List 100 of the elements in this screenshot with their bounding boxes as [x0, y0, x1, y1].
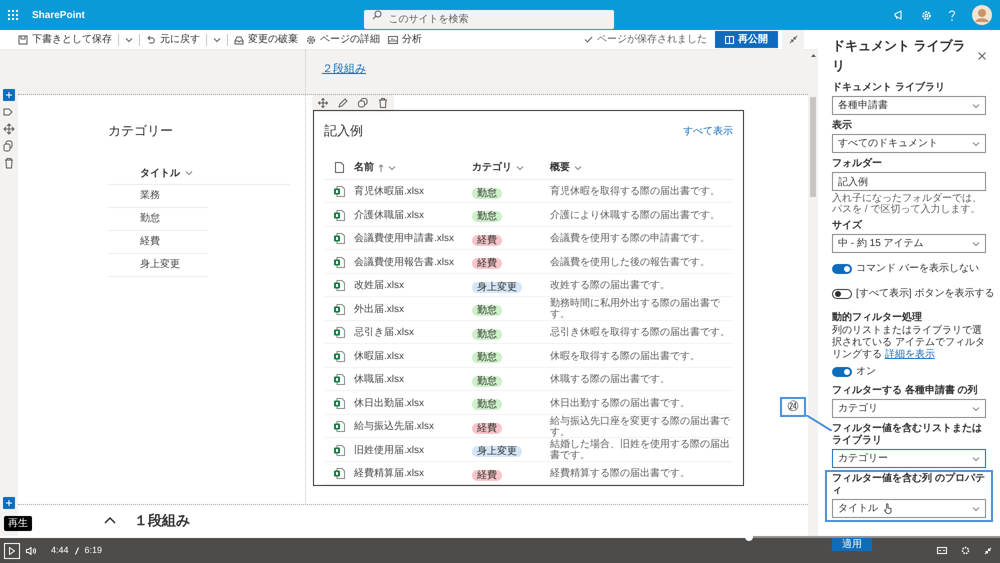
table-cell-text: 経費精算する際の届出書です。 [550, 468, 691, 479]
list-item[interactable]: 勤怠 [140, 211, 160, 226]
file-name[interactable]: 忌引き届.xlsx [354, 325, 472, 340]
copy-icon[interactable] [3, 140, 15, 152]
category-tag: 勤怠 [472, 305, 502, 316]
dropdown-field[interactable]: カテゴリ [832, 399, 986, 418]
dropdown-field[interactable]: カテゴリー [832, 449, 986, 468]
toggle-label: [すべて表示] ボタンを表示する [856, 286, 994, 301]
table-cell-text: 休職する際の届出書です。 [550, 374, 671, 385]
file-name[interactable]: 改姓届.xlsx [354, 278, 472, 293]
dropdown-field[interactable]: 各種申請書 [832, 96, 986, 115]
chevron-down-icon [972, 102, 980, 108]
table-cell-text: 改姓する際の届出書です。 [550, 280, 671, 291]
category-tag: 身上変更 [472, 282, 522, 292]
dropdown-field[interactable]: 中 - 約 15 アイテム [832, 234, 986, 253]
toggle-switch[interactable] [832, 264, 852, 274]
add-section-icon[interactable] [3, 89, 15, 101]
field-label: フィルターする 各種申請書 の列 [832, 385, 979, 397]
file-name[interactable]: 外出届.xlsx [354, 302, 472, 316]
save-icon [18, 34, 28, 44]
file-name[interactable]: 休職届.xlsx [354, 372, 472, 387]
toolbar-button[interactable]: 変更の破棄 [230, 30, 302, 49]
move-icon[interactable] [318, 98, 328, 108]
exit-fullscreen-icon[interactable] [984, 546, 992, 554]
file-name[interactable]: 会議費使用報告書.xlsx [354, 254, 472, 270]
spreadsheet-icon [334, 256, 344, 268]
toolbar-button[interactable]: 分析 [384, 30, 426, 49]
toolbar-button[interactable]: 下書きとして保存 [14, 30, 116, 49]
spreadsheet-icon [334, 186, 344, 197]
scrollbar[interactable] [808, 50, 818, 536]
file-name[interactable]: 会議費使用申請書.xlsx [354, 231, 472, 246]
help-icon[interactable] [948, 10, 956, 20]
close-icon[interactable] [978, 52, 986, 60]
chevron-down-icon [972, 456, 980, 462]
step-number-badge: ㉔ [780, 397, 806, 417]
list-item[interactable]: 経費 [140, 234, 160, 249]
delete-icon[interactable] [378, 98, 388, 108]
chevron-up-icon[interactable] [104, 516, 116, 524]
scroll-up-icon [810, 54, 816, 57]
list-item[interactable]: 業務 [140, 188, 160, 203]
category-tag: 勤怠 [472, 188, 502, 198]
spreadsheet-icon [334, 374, 344, 385]
chevron-down-icon [185, 170, 193, 176]
toolbar-button[interactable]: 元に戻す [142, 30, 204, 49]
sort-ascending-icon [378, 164, 384, 172]
collapse-button[interactable] [782, 30, 804, 50]
spreadsheet-icon [334, 210, 344, 220]
copy-icon[interactable] [358, 98, 368, 108]
see-all-link[interactable]: すべて表示 [683, 124, 733, 139]
volume-icon[interactable] [26, 546, 37, 554]
section-link[interactable]: ２段組み [322, 63, 366, 75]
toggle-switch[interactable] [832, 366, 852, 376]
add-section-icon[interactable] [3, 497, 15, 509]
play-button[interactable] [4, 542, 20, 558]
chevron-down-icon [972, 240, 980, 246]
file-name[interactable]: 休日出勤届.xlsx [354, 396, 472, 410]
toggle-switch[interactable] [832, 288, 852, 298]
panel-title: ドキュメント ライブラリ [832, 37, 967, 74]
apply-button[interactable]: 適用 [832, 538, 872, 551]
file-name[interactable]: 給与振込先届.xlsx [354, 419, 472, 434]
delete-icon[interactable] [3, 157, 15, 169]
captions-icon[interactable] [937, 547, 947, 554]
leader-line [806, 415, 832, 431]
category-tag: 経費 [472, 470, 502, 480]
field-label: フォルダー [832, 158, 883, 170]
publish-button[interactable]: 再公開 [715, 31, 778, 48]
column-header[interactable]: カテゴリ [472, 160, 524, 176]
edit-section-icon[interactable] [3, 106, 15, 118]
column-header[interactable]: タイトル [108, 162, 290, 184]
category-tag: 身上変更 [472, 446, 522, 457]
search-field[interactable]: このサイトを検索 [364, 10, 614, 28]
edit-icon[interactable] [338, 98, 348, 108]
category-tag: 勤怠 [472, 399, 502, 410]
spreadsheet-icon [334, 304, 344, 314]
save-status: ページが保存されました [597, 33, 707, 47]
app-launcher-icon[interactable] [8, 10, 18, 20]
column-header[interactable]: 概要 [550, 160, 582, 176]
file-name[interactable]: 休暇届.xlsx [354, 348, 472, 364]
details-link[interactable]: 詳細を表示 [884, 349, 935, 360]
field-label: ドキュメント ライブラリ [832, 82, 946, 94]
settings-icon[interactable] [961, 546, 970, 555]
table-cell-text: 休暇を取得する際の届出書です。 [550, 350, 701, 362]
file-name[interactable]: 介護休職届.xlsx [354, 208, 472, 222]
table-cell-text: 介護により休職する際の届出書です。 [550, 210, 721, 220]
dropdown-field[interactable]: すべてのドキュメント [832, 134, 986, 153]
table-cell-text: 会議費を使用する際の申請書です。 [550, 233, 711, 244]
move-icon[interactable] [3, 123, 15, 135]
current-time: 4:44 [51, 544, 69, 557]
book-icon [725, 36, 734, 44]
dropdown-field[interactable]: タイトル [832, 499, 986, 518]
file-name[interactable]: 経費精算届.xlsx [354, 466, 472, 481]
column-header[interactable]: 名前 [354, 160, 396, 176]
list-item[interactable]: 身上変更 [140, 257, 180, 272]
category-tag: 勤怠 [472, 352, 502, 363]
input-field[interactable]: 記入例 [832, 172, 986, 191]
file-name[interactable]: 育児休暇届.xlsx [354, 184, 472, 199]
chevron-down-icon [516, 164, 524, 171]
field-hint: 入れ子になったフォルダーでは、パスを / で区切って入力します。 [832, 193, 983, 215]
file-name[interactable]: 旧姓使用届.xlsx [354, 442, 472, 458]
toolbar-button[interactable]: ページの詳細 [302, 30, 384, 49]
